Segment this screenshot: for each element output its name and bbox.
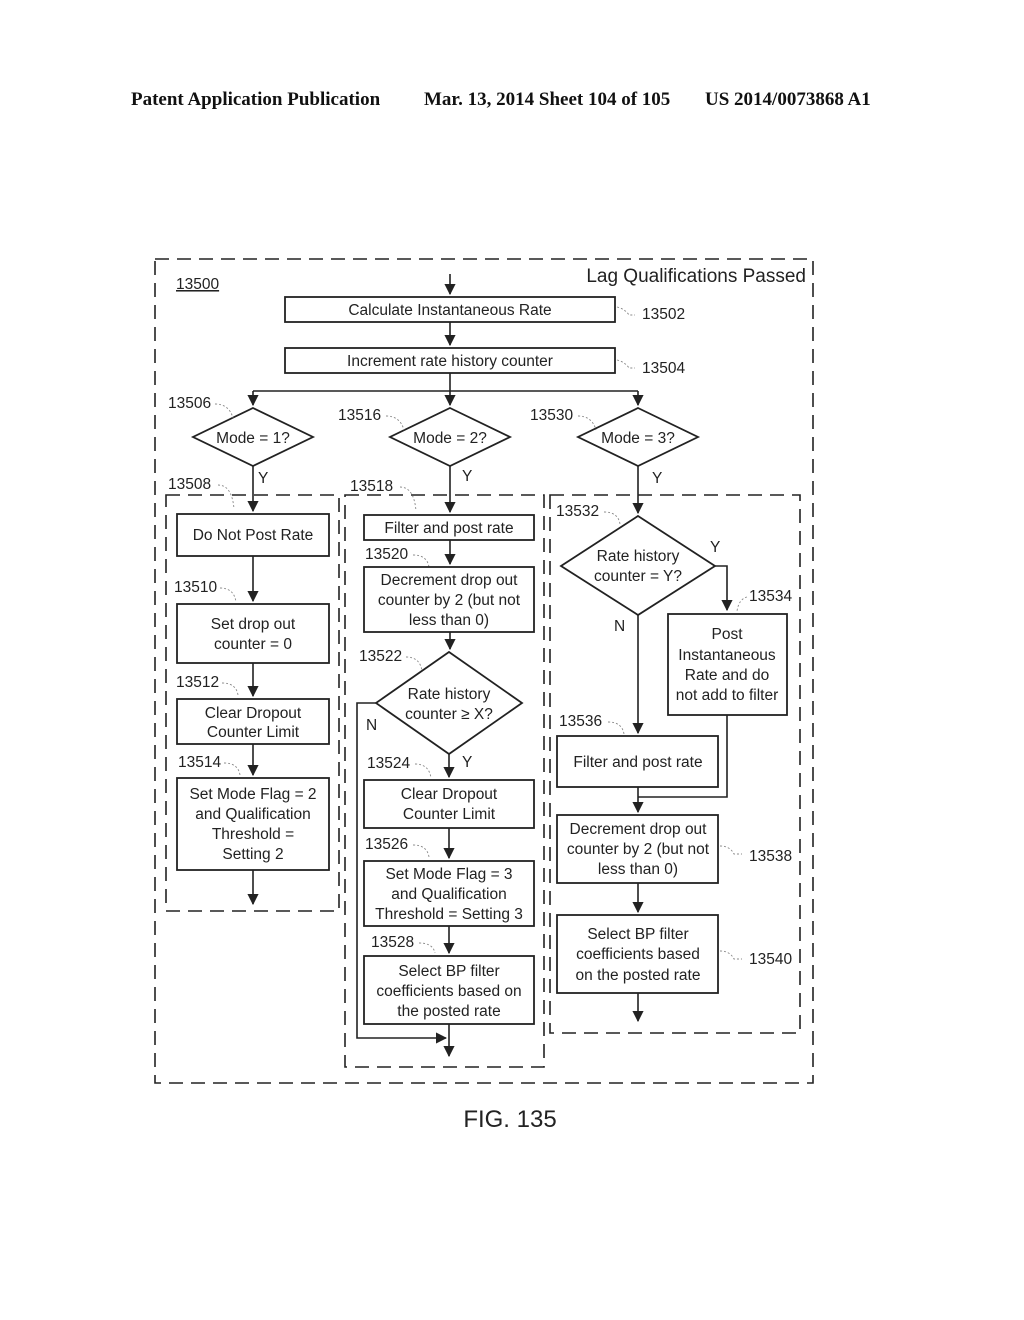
ref-13520: 13520: [365, 546, 408, 563]
step-13514-line1: Set Mode Flag = 2: [189, 786, 316, 803]
step-13514-line2: and Qualification: [195, 806, 310, 823]
decision-13522-line2: counter ≥ X?: [405, 706, 493, 723]
decision-13532-yes-path: [715, 565, 733, 612]
step-13540-line3: on the posted rate: [576, 967, 701, 984]
leader-13512: [221, 682, 239, 696]
step-13528-line3: the posted rate: [397, 1003, 500, 1020]
step-13504-text: Increment rate history counter: [347, 353, 553, 370]
decision-13522: [374, 650, 524, 756]
step-13518-text: Filter and post rate: [384, 520, 513, 537]
step-13526-line3: Threshold = Setting 3: [375, 906, 523, 923]
step-13536-text: Filter and post rate: [573, 754, 702, 771]
ref-13514: 13514: [178, 754, 221, 771]
step-13512-line2: Counter Limit: [207, 724, 300, 741]
decision-13516-text: Mode = 2?: [413, 430, 487, 447]
step-13528-line1: Select BP filter: [398, 963, 499, 980]
step-13514-line4: Setting 2: [222, 846, 283, 863]
ref-13518: 13518: [350, 478, 393, 495]
decision-13522-line1: Rate history: [408, 686, 491, 703]
leader-13522: [405, 656, 423, 672]
step-13524-line1: Clear Dropout: [401, 786, 498, 803]
ref-13524: 13524: [367, 755, 410, 772]
leader-13530: [577, 415, 597, 431]
step-13520-line1: Decrement drop out: [381, 572, 519, 589]
leader-13526: [412, 844, 430, 858]
decision-13532-no: N: [614, 618, 625, 635]
step-13538-line3: less than 0): [598, 861, 678, 878]
ref-13532: 13532: [556, 503, 599, 520]
leader-13506: [214, 403, 234, 419]
leader-13534: [736, 596, 748, 612]
decision-13522-yes: Y: [462, 754, 472, 771]
step-13534-line1: Post: [711, 626, 743, 643]
step-13512-line1: Clear Dropout: [205, 705, 302, 722]
leader-13502: [616, 306, 635, 316]
ref-13536: 13536: [559, 713, 602, 730]
leader-13520: [412, 554, 430, 568]
leader-13532: [603, 511, 621, 525]
step-13524-line2: Counter Limit: [403, 806, 496, 823]
leader-13538: [719, 845, 742, 855]
leader-13540: [719, 950, 742, 960]
decision-13532-line1: Rate history: [597, 548, 680, 565]
ref-13516: 13516: [338, 407, 381, 424]
ref-13502: 13502: [642, 306, 685, 323]
step-13502-text: Calculate Instantaneous Rate: [348, 302, 551, 319]
step-13538-line2: counter by 2 (but not: [567, 841, 710, 858]
decision-13530-yes: Y: [652, 470, 662, 487]
leader-13536: [607, 721, 625, 735]
decision-13506-text: Mode = 1?: [216, 430, 290, 447]
ref-13508: 13508: [168, 476, 211, 493]
ref-13504: 13504: [642, 360, 685, 377]
step-13540-line1: Select BP filter: [587, 926, 688, 943]
step-13526-line1: Set Mode Flag = 3: [385, 866, 512, 883]
step-13528-line2: coefficients based on: [376, 983, 521, 1000]
step-13540-line2: coefficients based: [576, 946, 700, 963]
step-13534-line3: Rate and do: [685, 667, 769, 684]
step-13510: [176, 603, 330, 664]
step-13526-line2: and Qualification: [391, 886, 506, 903]
ref-13528: 13528: [371, 934, 414, 951]
step-13510-line2: counter = 0: [214, 636, 292, 653]
ref-13506: 13506: [168, 395, 211, 412]
leader-13524: [414, 763, 432, 779]
ref-13510: 13510: [174, 579, 217, 596]
leader-13504: [616, 359, 635, 369]
leader-13518: [399, 486, 417, 512]
ref-13540: 13540: [749, 951, 792, 968]
leader-13508: [217, 484, 235, 510]
step-13520-line2: counter by 2 (but not: [378, 592, 521, 609]
ref-13522: 13522: [359, 648, 402, 665]
ref-13512: 13512: [176, 674, 219, 691]
decision-13532: [559, 514, 717, 617]
container-title: Lag Qualifications Passed: [586, 266, 806, 287]
step-13514-line3: Threshold =: [212, 826, 294, 843]
figure-label: FIG. 135: [463, 1106, 556, 1133]
decision-13506-yes: Y: [258, 470, 268, 487]
step-13538-line1: Decrement drop out: [570, 821, 708, 838]
step-13508-text: Do Not Post Rate: [193, 527, 314, 544]
step-13534-line2: Instantaneous: [678, 647, 776, 664]
decision-13522-no: N: [366, 717, 377, 734]
leader-13528: [418, 942, 436, 954]
ref-13538: 13538: [749, 848, 792, 865]
ref-13534: 13534: [749, 588, 792, 605]
flowchart: 13500 Lag Qualifications Passed Calculat…: [154, 258, 814, 1133]
ref-13526: 13526: [365, 836, 408, 853]
leader-13510: [219, 587, 237, 603]
step-13534-line4: not add to filter: [676, 687, 779, 704]
leader-13514: [223, 762, 241, 776]
step-13520-line3: less than 0): [409, 612, 489, 629]
decision-13530-text: Mode = 3?: [601, 430, 675, 447]
decision-13516-yes: Y: [462, 468, 472, 485]
figure-ref-number: 13500: [176, 276, 219, 293]
step-13510-line1: Set drop out: [211, 616, 296, 633]
ref-13530: 13530: [530, 407, 573, 424]
decision-13532-yes: Y: [710, 539, 720, 556]
decision-13532-line2: counter = Y?: [594, 568, 682, 585]
leader-13516: [385, 415, 405, 431]
